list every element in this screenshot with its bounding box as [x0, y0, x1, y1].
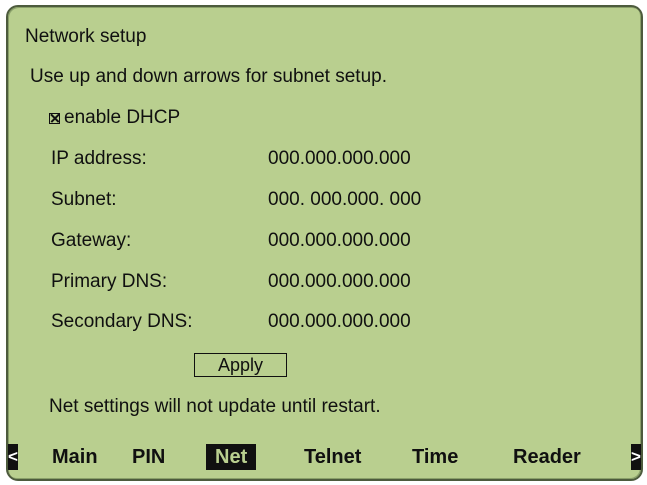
instructions-text: Use up and down arrows for subnet setup. [30, 66, 387, 87]
gateway-label: Gateway: [51, 230, 132, 251]
gateway-field[interactable]: 000.000.000.000 [268, 230, 411, 252]
subnet-field[interactable]: 000. 000.000. 000 [268, 189, 421, 211]
secondary-dns-field[interactable]: 000.000.000.000 [268, 311, 411, 333]
restart-notice: Net settings will not update until resta… [49, 396, 381, 417]
dhcp-checkbox[interactable] [49, 112, 60, 124]
dhcp-label: enable DHCP [64, 107, 181, 128]
lcd-screen: Network setup Use up and down arrows for… [6, 5, 643, 481]
tab-pin[interactable]: PIN [132, 444, 165, 470]
subnet-label: Subnet: [51, 189, 117, 210]
ip-address-label: IP address: [51, 148, 147, 169]
tab-reader[interactable]: Reader [513, 444, 581, 470]
tab-prev-arrow-icon[interactable]: < [8, 444, 18, 470]
tab-bar: < Main PIN Net Telnet Time Reader > [8, 435, 641, 475]
primary-dns-label: Primary DNS: [51, 271, 168, 292]
primary-dns-field[interactable]: 000.000.000.000 [268, 271, 411, 293]
tab-main[interactable]: Main [52, 444, 98, 470]
tab-net[interactable]: Net [206, 444, 257, 470]
apply-button[interactable]: Apply [194, 353, 287, 377]
tab-telnet[interactable]: Telnet [304, 444, 361, 470]
tab-next-arrow-icon[interactable]: > [631, 444, 641, 470]
tab-time[interactable]: Time [412, 444, 458, 470]
dhcp-toggle[interactable]: enable DHCP [49, 107, 180, 129]
secondary-dns-label: Secondary DNS: [51, 311, 193, 332]
ip-address-field[interactable]: 000.000.000.000 [268, 148, 411, 170]
screen-title: Network setup [25, 26, 147, 47]
